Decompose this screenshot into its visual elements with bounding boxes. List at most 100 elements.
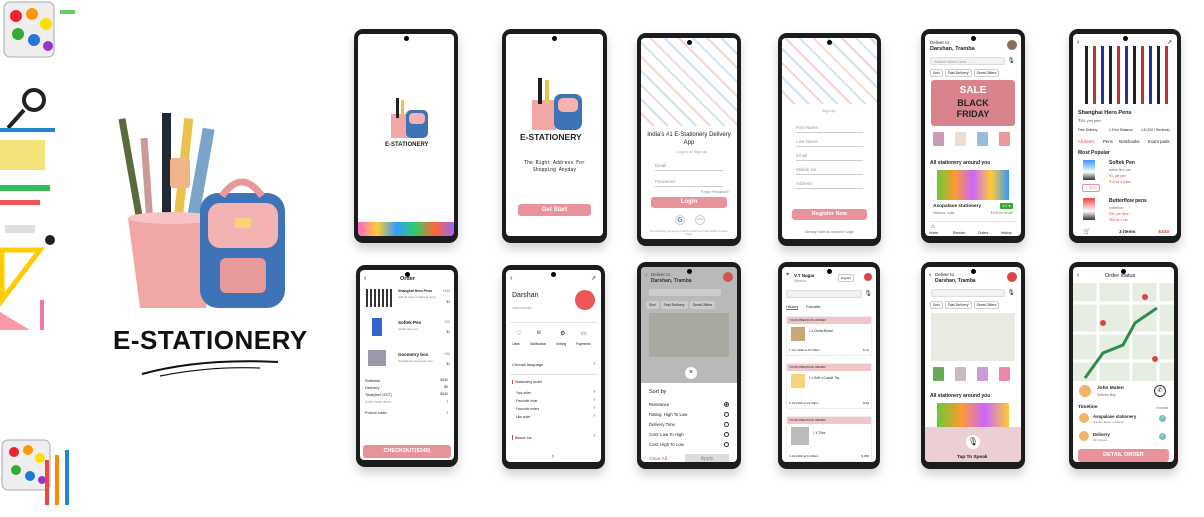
share-icon[interactable]: ↗	[1167, 39, 1172, 46]
order-card[interactable]: YOUR PREVIOUS ORDER 1 x Chess Board 1 Ju…	[786, 316, 872, 356]
category-thumb[interactable]	[955, 132, 966, 146]
about-us[interactable]: About Us	[512, 435, 531, 440]
category-thumb[interactable]	[955, 367, 966, 381]
nav-home[interactable]: Home	[929, 231, 938, 235]
login-link[interactable]: Already Have an account? Login	[782, 230, 877, 234]
detail-order-button[interactable]: DETAIL ORDER	[1078, 449, 1169, 462]
register-button[interactable]: Register Now	[792, 209, 867, 220]
shop-image[interactable]	[937, 170, 1009, 200]
fast-delivery-chip[interactable]: Fast Delivery	[660, 301, 688, 309]
cart-icon[interactable]: 🛒	[1083, 228, 1090, 235]
bell-icon[interactable]: ⍝	[537, 330, 541, 337]
first-name-field[interactable]: First Name	[796, 122, 863, 133]
mic-icon[interactable]: 🎙	[1007, 289, 1015, 296]
radio[interactable]	[724, 422, 729, 427]
add-button[interactable]: + ADD	[1082, 184, 1101, 192]
chevron-right-icon[interactable]: ›	[593, 361, 595, 367]
back-icon[interactable]: ‹	[510, 275, 512, 282]
email-field[interactable]: Email	[796, 150, 863, 161]
menu-item[interactable]: Favourite orders	[516, 407, 539, 411]
chevron-right-icon[interactable]: ›	[446, 410, 448, 416]
password-field[interactable]: Password	[655, 176, 723, 187]
mic-icon[interactable]: 🎙	[1007, 57, 1015, 64]
tap-to-speak[interactable]: Tap To Speak	[957, 455, 987, 460]
tab-favorite[interactable]: Favorite	[806, 304, 820, 309]
gear-icon[interactable]: ⚙	[560, 330, 565, 337]
sort-chip[interactable]: Sort	[646, 301, 659, 309]
great-offers-chip[interactable]: Great Offers	[689, 301, 716, 309]
radio-selected[interactable]	[724, 402, 729, 407]
order-card[interactable]: YOUR PREVIOUS ORDER 1 x Soft n Cuddle To…	[786, 363, 872, 409]
chevron-right-icon[interactable]: ›	[593, 397, 595, 403]
avatar[interactable]	[1007, 272, 1017, 282]
sort-option[interactable]: Cost: High To Low	[649, 442, 684, 447]
location-text[interactable]: Darshan, Tramba	[930, 46, 975, 52]
google-icon[interactable]: G	[675, 215, 685, 225]
address-field[interactable]: Address	[796, 178, 863, 189]
category-thumb[interactable]	[933, 367, 944, 381]
avatar[interactable]	[864, 273, 872, 281]
menu-item[interactable]: Like order	[516, 415, 530, 419]
fast-delivery-chip[interactable]: Fast Delivery	[944, 301, 972, 309]
heart-icon[interactable]: ♡	[516, 330, 521, 337]
mic-icon[interactable]: 🎙	[864, 290, 872, 297]
login-button[interactable]: Login	[651, 197, 727, 208]
category-thumb[interactable]	[999, 132, 1010, 146]
chevron-right-icon[interactable]: ›	[593, 405, 595, 411]
back-icon[interactable]: ‹	[929, 272, 931, 279]
radio[interactable]	[724, 432, 729, 437]
shop-name[interactable]: Asopalave stationery	[933, 204, 981, 209]
banner-image[interactable]	[931, 313, 1015, 361]
avatar[interactable]	[1007, 40, 1017, 50]
mic-icon[interactable]: 🎙	[966, 435, 980, 449]
radio[interactable]	[724, 412, 729, 417]
sort-option[interactable]: Cost: Low To High	[649, 432, 684, 437]
checkout-button[interactable]: CHECKOUT($340)	[363, 445, 451, 458]
promo-code-link[interactable]: Promo code	[365, 410, 387, 415]
order-card[interactable]: YOUR PREVIOUS ORDER 1 X Tiles 4 Jul 2022…	[786, 416, 872, 462]
category-thumb[interactable]	[999, 367, 1010, 381]
back-icon[interactable]: ‹	[645, 272, 647, 279]
search-input[interactable]	[786, 290, 862, 298]
menu-item[interactable]: Favourite order	[516, 399, 538, 403]
tab-notebooks[interactable]: Notebooks	[1119, 139, 1140, 144]
apply-button[interactable]: Apply	[685, 454, 729, 462]
back-icon[interactable]: ‹	[1077, 39, 1079, 46]
share-icon[interactable]: ↗	[591, 275, 596, 282]
tab-all-items[interactable]: All Items	[1078, 139, 1094, 144]
sort-chip[interactable]: Sort	[930, 69, 943, 77]
last-name-field[interactable]: Last Name	[796, 136, 863, 147]
search-input[interactable]	[931, 289, 1005, 297]
chevron-right-icon[interactable]: ›	[593, 389, 595, 395]
get-start-button[interactable]: Get Start	[518, 204, 591, 216]
menu-item[interactable]: Your order	[516, 391, 531, 395]
location-text[interactable]: Darshan, Tramba	[935, 278, 976, 284]
card-icon[interactable]: ▭	[581, 330, 587, 337]
add-more-link[interactable]: Add more item	[365, 399, 391, 404]
sort-option[interactable]: Rating: High To Low	[649, 412, 687, 417]
back-icon[interactable]: ‹	[1077, 272, 1079, 279]
home-icon[interactable]: ⌂	[931, 224, 935, 230]
phone-icon[interactable]: ✆	[1154, 385, 1166, 397]
nav-reorder[interactable]: Reorder	[953, 231, 965, 235]
language-chip[interactable]: English	[838, 274, 854, 282]
back-icon[interactable]: ‹	[364, 275, 366, 282]
chevron-right-icon[interactable]: ›	[552, 454, 554, 460]
chevron-right-icon[interactable]: ›	[593, 433, 595, 439]
location-text[interactable]: Darshan, Tramba	[651, 278, 692, 284]
radio[interactable]	[724, 442, 729, 447]
great-offers-chip[interactable]: Great Offers	[973, 301, 1000, 309]
avatar[interactable]	[575, 290, 595, 310]
choose-language[interactable]: Choose language	[512, 362, 543, 367]
more-options-icon[interactable]: ⋯	[695, 215, 705, 225]
forgot-link[interactable]: Forgot Password?	[701, 190, 729, 194]
close-icon[interactable]: ×	[685, 367, 697, 379]
sale-banner[interactable]: SALE BLACK FRIDAY	[931, 80, 1015, 126]
mobile-field[interactable]: Mobile No.	[796, 164, 863, 175]
great-offers-chip[interactable]: Great Offers	[973, 69, 1000, 77]
sort-option[interactable]: Relevance	[649, 402, 669, 407]
category-thumb[interactable]	[933, 132, 944, 146]
clear-all-button[interactable]: Clear All	[649, 457, 667, 462]
sort-chip[interactable]: Sort	[930, 301, 943, 309]
sort-option[interactable]: Delivery Time	[649, 422, 675, 427]
